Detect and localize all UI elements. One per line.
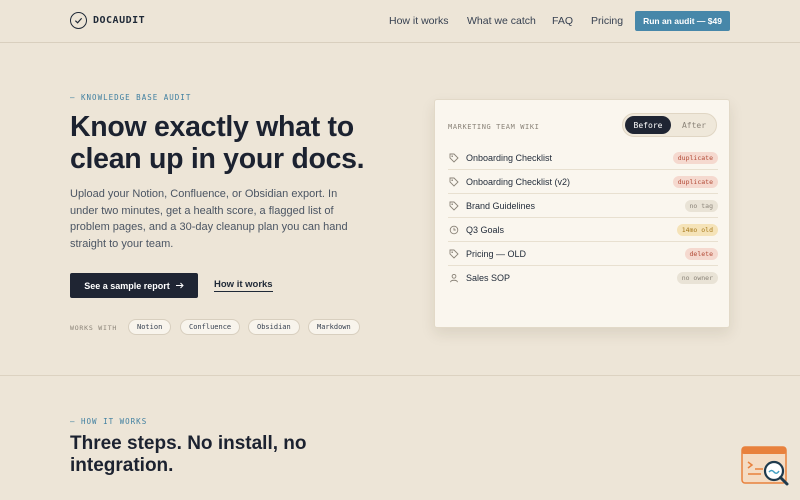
person-icon (448, 272, 460, 284)
nav-link-what-we-catch[interactable]: What we catch (467, 15, 536, 27)
run-audit-button[interactable]: Run an audit — $49 (635, 11, 730, 31)
clock-icon (448, 224, 460, 236)
integration-pill-obsidian: Obsidian (248, 319, 300, 335)
nav-link-how-it-works[interactable]: How it works (389, 15, 449, 27)
check-circle-icon (70, 12, 87, 29)
sample-report-label: See a sample report (84, 280, 170, 291)
arrow-right-icon (175, 281, 184, 291)
nav-link-faq[interactable]: FAQ (552, 15, 573, 27)
page-title: Onboarding Checklist (v2) (466, 176, 571, 187)
list-item[interactable]: Sales SOP no owner (448, 266, 718, 290)
card-label: MARKETING TEAM WIKI (448, 123, 540, 131)
toggle-before[interactable]: Before (625, 116, 671, 134)
status-badge: duplicate (672, 175, 718, 188)
integration-pill-notion: Notion (128, 319, 172, 335)
before-after-toggle[interactable]: Before After (622, 113, 717, 137)
list-item[interactable]: Onboarding Checklist (v2) duplicate (448, 170, 718, 194)
list-item[interactable]: Q3 Goals 14mo old (448, 218, 718, 242)
tag-icon (448, 248, 460, 260)
toggle-after[interactable]: After (673, 116, 715, 134)
integration-pill-markdown: Markdown (308, 319, 360, 335)
top-nav: DOCAUDIT How it works What we catch FAQ … (0, 0, 800, 43)
how-it-works-link[interactable]: How it works (214, 279, 273, 292)
brand-logo[interactable]: DOCAUDIT (70, 12, 145, 29)
status-badge: no owner (676, 272, 718, 284)
list-item[interactable]: Brand Guidelines no tag (448, 194, 718, 218)
status-badge: no tag (684, 199, 718, 212)
integration-pill-confluence: Confluence (180, 319, 241, 335)
nav-link-pricing[interactable]: Pricing (591, 15, 623, 27)
list-item[interactable]: Onboarding Checklist duplicate (448, 146, 718, 170)
hero-eyebrow: — KNOWLEDGE BASE AUDIT (70, 93, 192, 102)
status-badge: 14mo old (676, 223, 718, 236)
how-it-works-eyebrow: — HOW IT WORKS (70, 417, 148, 426)
sample-report-button[interactable]: See a sample report (70, 273, 198, 298)
tag-icon (448, 200, 460, 212)
brand-name: DOCAUDIT (93, 15, 146, 26)
page-title: Q3 Goals (466, 224, 505, 235)
section-divider (0, 375, 800, 376)
tag-icon (448, 176, 460, 188)
audit-preview-card: MARKETING TEAM WIKI Before After Onboard… (434, 99, 730, 328)
page-title: Brand Guidelines (466, 200, 536, 211)
hero-description: Upload your Notion, Confluence, or Obsid… (70, 188, 348, 250)
status-badge: duplicate (672, 151, 718, 164)
status-badge: delete (684, 247, 718, 260)
tag-icon (448, 152, 460, 164)
hero-title: Know exactly what to clean up in your do… (70, 111, 365, 175)
page-title: Pricing — OLD (466, 248, 527, 259)
search-widget-icon[interactable] (741, 445, 791, 489)
works-with-label: WORKS WITH (70, 324, 118, 332)
list-item[interactable]: Pricing — OLD delete (448, 242, 718, 266)
page-title: Sales SOP (466, 273, 511, 283)
how-it-works-title: Three steps. No install, no integration. (70, 433, 307, 476)
page-title: Onboarding Checklist (466, 152, 553, 163)
